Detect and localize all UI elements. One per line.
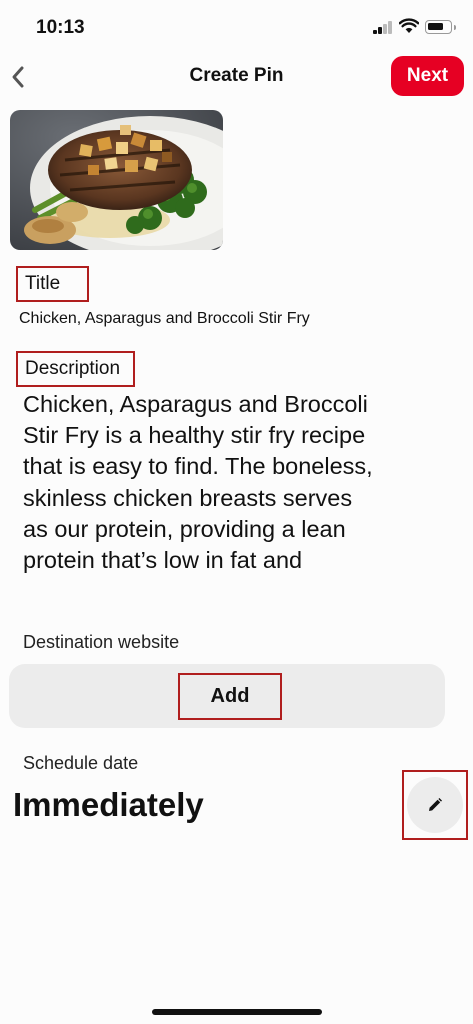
title-label: Title: [16, 266, 89, 302]
schedule-date-value: Immediately: [13, 786, 204, 823]
status-bar: 10:13: [0, 0, 473, 52]
food-photo: [10, 110, 223, 250]
next-button[interactable]: Next: [391, 56, 464, 96]
create-pin-screen: 10:13 Create Pin Next Title Chicken, Asp…: [0, 0, 473, 1024]
pin-image[interactable]: [10, 110, 223, 250]
description-label: Description: [16, 351, 135, 387]
home-indicator: [152, 1009, 322, 1015]
edit-schedule-button[interactable]: [407, 777, 463, 833]
wifi-icon: [399, 18, 419, 33]
add-destination-button[interactable]: Add: [178, 673, 282, 720]
status-time: 10:13: [36, 17, 85, 38]
title-input[interactable]: Chicken, Asparagus and Broccoli Stir Fry: [19, 310, 310, 328]
title-label-text: Title: [25, 273, 61, 294]
description-input[interactable]: Chicken, Asparagus and Broccoli Stir Fry…: [23, 389, 383, 576]
schedule-date-label: Schedule date: [23, 753, 139, 773]
cellular-signal-icon: [373, 20, 393, 34]
header: Create Pin Next: [0, 52, 473, 102]
destination-website-label: Destination website: [23, 632, 180, 652]
description-label-text: Description: [25, 358, 121, 379]
battery-icon: [425, 20, 456, 34]
pencil-icon: [429, 798, 442, 811]
